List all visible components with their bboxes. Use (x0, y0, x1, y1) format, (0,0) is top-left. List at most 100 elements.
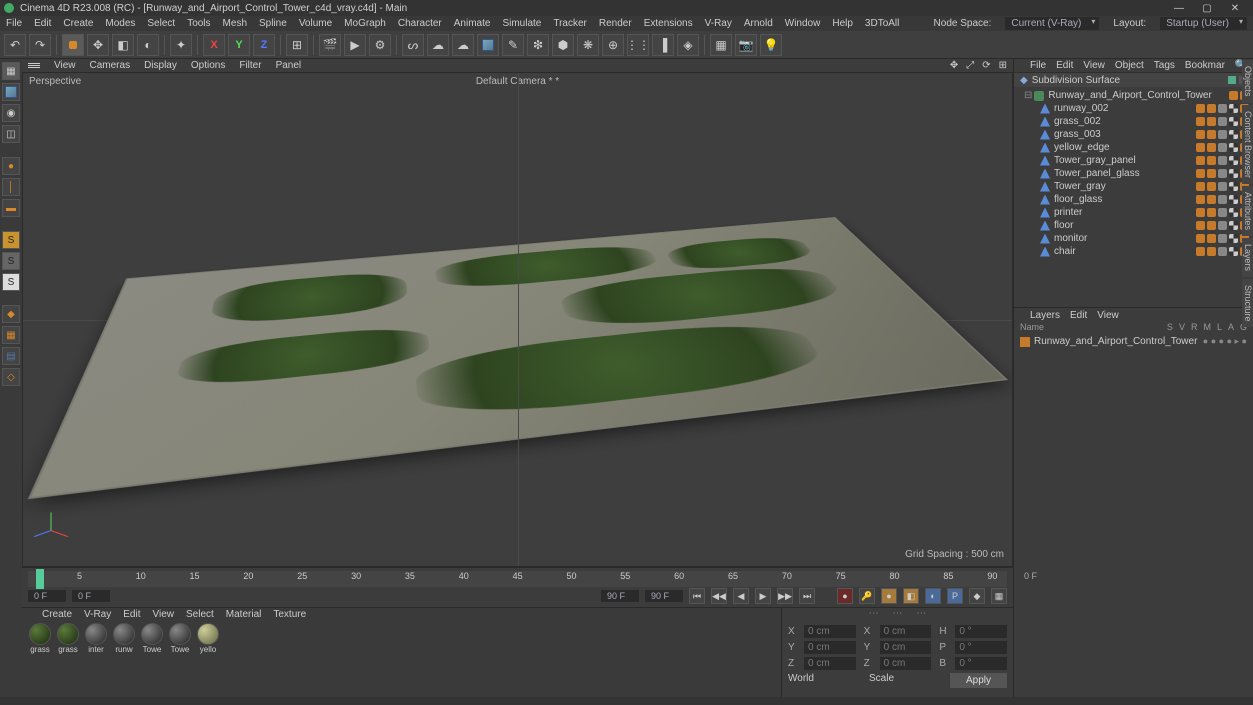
next-frame-button[interactable]: ▶▶ (777, 588, 793, 604)
om-view[interactable]: View (1083, 60, 1105, 71)
menu-vray[interactable]: V-Ray (705, 18, 732, 29)
add-symmetry-button[interactable]: ▐ (652, 34, 674, 56)
render-settings-button[interactable]: ⚙ (369, 34, 391, 56)
vpmenu-display[interactable]: Display (144, 60, 177, 71)
layer-row[interactable]: Runway_and_Airport_Control_Tower ● ● ● ●… (1014, 334, 1253, 349)
object-row[interactable]: floor (1014, 219, 1253, 232)
coord-z-value[interactable]: 0 cm (804, 657, 856, 670)
maximize-button[interactable]: ▢ (1193, 0, 1221, 16)
snap-3d[interactable]: S (2, 273, 20, 291)
add-generator-button[interactable]: ❇ (527, 34, 549, 56)
vp-nav-orbit-icon[interactable]: ⟳ (982, 60, 990, 71)
axis-y-button[interactable]: Y (228, 34, 250, 56)
material-item[interactable]: Towe (168, 623, 192, 695)
rot-b-value[interactable]: 0 ° (955, 657, 1007, 670)
matmenu-vray[interactable]: V-Ray (84, 609, 111, 620)
object-row[interactable]: yellow_edge (1014, 141, 1253, 154)
menu-3dtoall[interactable]: 3DToAll (865, 18, 899, 29)
sidetab-layers[interactable]: Layers (1242, 238, 1253, 277)
quantize-button[interactable]: ◇ (2, 368, 20, 386)
rotate-tool[interactable]: ◐ (137, 34, 159, 56)
layout-combo[interactable]: Startup (User) (1160, 17, 1247, 30)
menu-help[interactable]: Help (832, 18, 853, 29)
prev-key-button[interactable]: ◀◀ (711, 588, 727, 604)
object-row[interactable]: monitor (1014, 232, 1253, 245)
layers-view[interactable]: View (1097, 310, 1119, 321)
rot-p-value[interactable]: 0 ° (955, 641, 1007, 654)
model-mode-button[interactable] (2, 83, 20, 101)
add-volume-button[interactable]: ◈ (677, 34, 699, 56)
vp-nav-dolly-icon[interactable]: ⤢ (966, 60, 974, 71)
coord-space-combo[interactable]: World (788, 673, 861, 688)
vray-vfb-button[interactable]: ☁ (452, 34, 474, 56)
size-z-value[interactable]: 0 cm (880, 657, 932, 670)
matmenu-texture[interactable]: Texture (273, 609, 306, 620)
undo-button[interactable]: ↶ (4, 34, 26, 56)
layers-edit[interactable]: Edit (1070, 310, 1087, 321)
menu-volume[interactable]: Volume (299, 18, 332, 29)
coord-x-value[interactable]: 0 cm (804, 625, 856, 638)
key-scale-button[interactable]: ◧ (903, 588, 919, 604)
object-row[interactable]: runway_002 (1014, 102, 1253, 115)
select-tool[interactable] (62, 34, 84, 56)
object-row[interactable]: chair (1014, 245, 1253, 258)
timeline-end[interactable]: 90 F (645, 590, 683, 602)
menu-mograph[interactable]: MoGraph (344, 18, 386, 29)
menu-file[interactable]: File (6, 18, 22, 29)
om-bookmarks[interactable]: Bookmar (1185, 60, 1225, 71)
add-field-button[interactable]: ⊕ (602, 34, 624, 56)
matmenu-view[interactable]: View (152, 609, 174, 620)
timeline-current[interactable]: 0 F (72, 590, 110, 602)
minimize-button[interactable]: — (1165, 0, 1193, 16)
edges-mode-button[interactable]: │ (2, 178, 20, 196)
object-row[interactable]: Tower_gray_panel (1014, 154, 1253, 167)
nodespace-combo[interactable]: Current (V-Ray) (1005, 17, 1099, 30)
redo-button[interactable]: ↷ (29, 34, 51, 56)
om-edit[interactable]: Edit (1056, 60, 1073, 71)
object-row[interactable]: Tower_gray (1014, 180, 1253, 193)
material-item[interactable]: inter (84, 623, 108, 695)
workplane-mode-button[interactable]: ◫ (2, 125, 20, 143)
snap-toggle[interactable]: S (2, 231, 20, 249)
object-row[interactable]: printer (1014, 206, 1253, 219)
matmenu-create[interactable]: Create (42, 609, 72, 620)
axis-z-button[interactable]: Z (253, 34, 275, 56)
om-file[interactable]: File (1030, 60, 1046, 71)
object-row[interactable]: floor_glass (1014, 193, 1253, 206)
coord-system-button[interactable]: ⊞ (286, 34, 308, 56)
sidetab-objects[interactable]: Objects (1242, 60, 1253, 103)
key-rot-button[interactable]: ◐ (925, 588, 941, 604)
timeline-range[interactable]: 90 F (601, 590, 639, 602)
material-item[interactable]: runw (112, 623, 136, 695)
object-root[interactable]: ⊟ Runway_and_Airport_Control_Tower (1014, 89, 1253, 102)
om-tags[interactable]: Tags (1154, 60, 1175, 71)
layer-color-swatch[interactable] (1020, 337, 1030, 347)
record-button[interactable]: ● (837, 588, 853, 604)
move-tool[interactable]: ✥ (87, 34, 109, 56)
key-pos-button[interactable]: ● (881, 588, 897, 604)
vpmenu-options[interactable]: Options (191, 60, 225, 71)
timeline-cursor[interactable] (36, 569, 44, 589)
vray-ipr-button[interactable]: ☁ (427, 34, 449, 56)
snap-settings[interactable]: S (2, 252, 20, 270)
add-deformer-button[interactable]: ❋ (577, 34, 599, 56)
menu-simulate[interactable]: Simulate (502, 18, 541, 29)
menu-extensions[interactable]: Extensions (644, 18, 693, 29)
vp-nav-pan-icon[interactable]: ✥ (950, 60, 958, 71)
add-subdivision-button[interactable]: ⬢ (552, 34, 574, 56)
apply-button[interactable]: Apply (950, 673, 1007, 688)
last-tool[interactable]: ✦ (170, 34, 192, 56)
object-row[interactable]: Tower_panel_glass (1014, 167, 1253, 180)
polygons-mode-button[interactable]: ▬ (2, 199, 20, 217)
close-button[interactable]: ✕ (1221, 0, 1249, 16)
material-item[interactable]: grass (28, 623, 52, 695)
menu-create[interactable]: Create (63, 18, 93, 29)
add-floor-button[interactable]: ▦ (710, 34, 732, 56)
terrain-mesh[interactable] (28, 217, 1008, 500)
menu-tracker[interactable]: Tracker (553, 18, 587, 29)
scale-tool[interactable]: ◧ (112, 34, 134, 56)
prev-frame-button[interactable]: ◀ (733, 588, 749, 604)
key-selection-button[interactable]: ▦ (991, 588, 1007, 604)
timeline-start[interactable]: 0 F (28, 590, 66, 602)
size-x-value[interactable]: 0 cm (880, 625, 932, 638)
